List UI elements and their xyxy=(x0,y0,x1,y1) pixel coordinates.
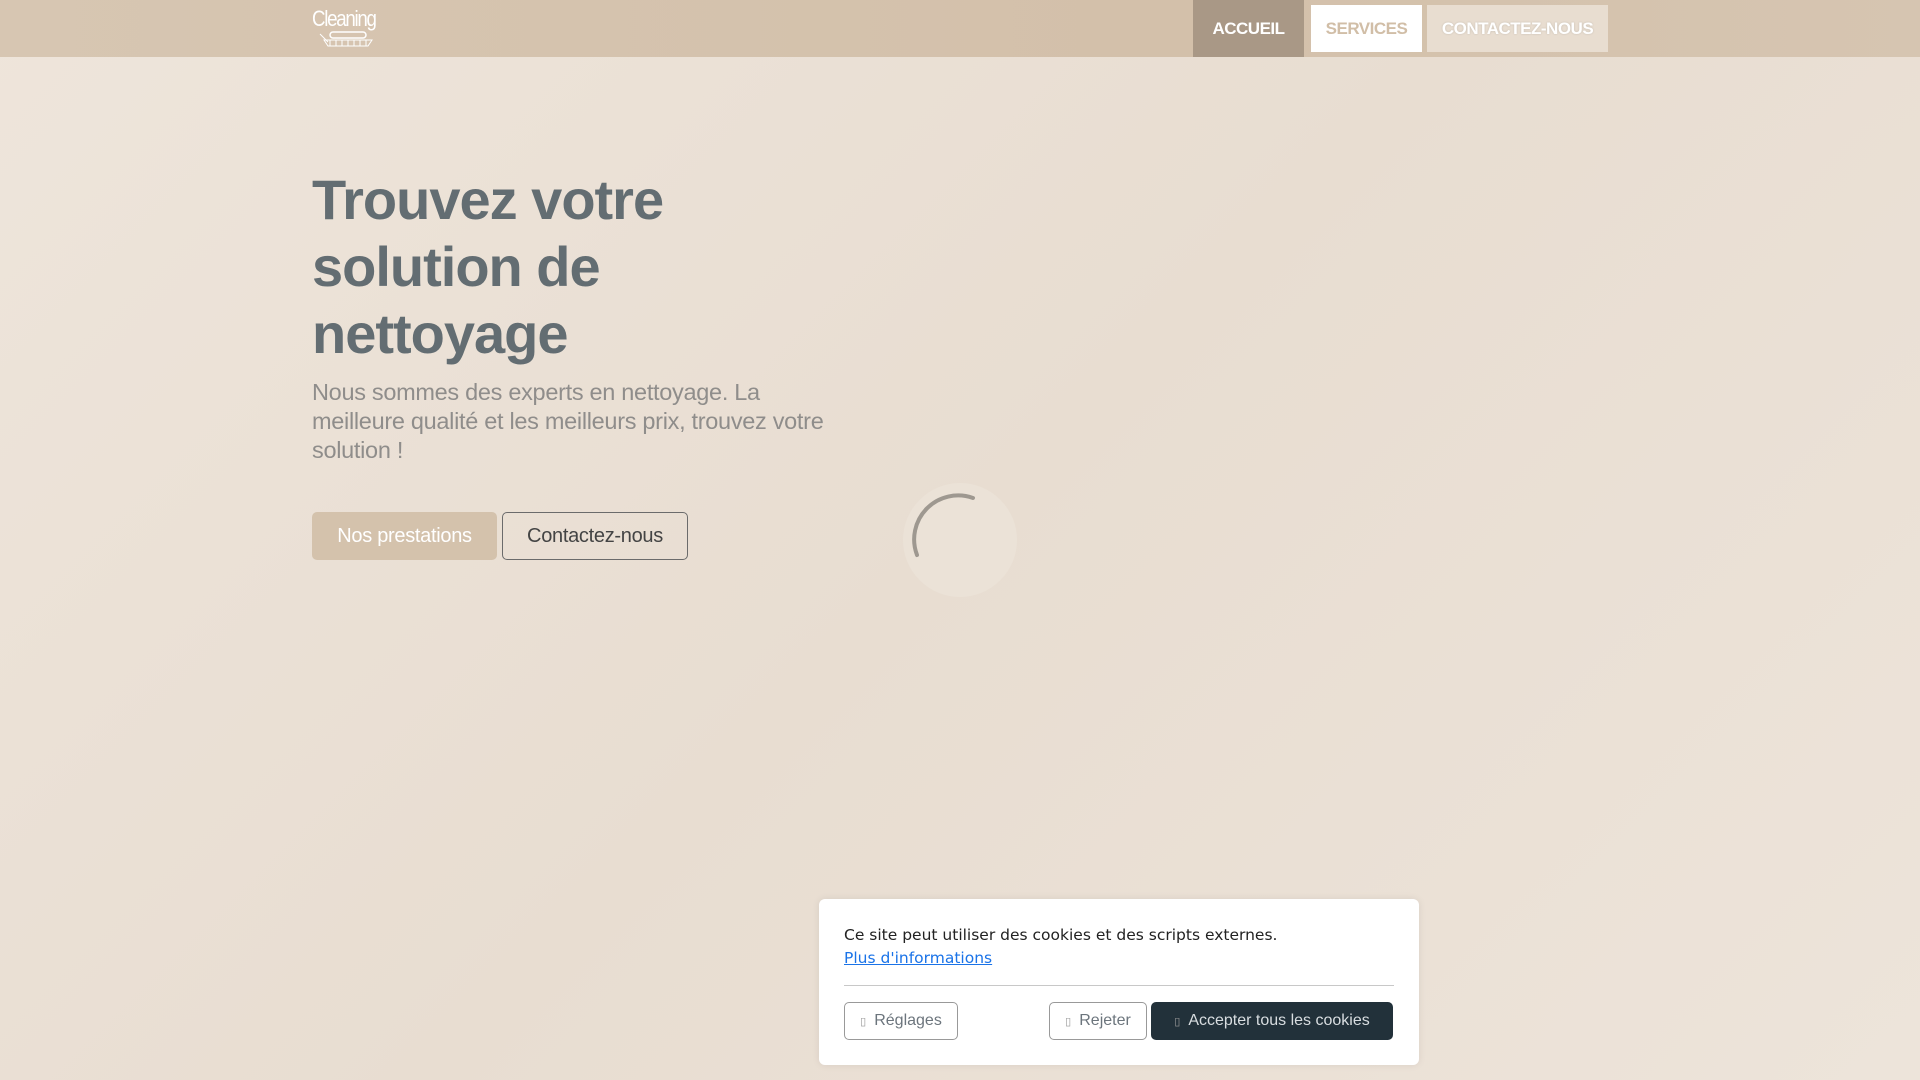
nav-accueil[interactable]: ACCUEIL xyxy=(1193,0,1304,57)
accept-label: Accepter tous les cookies xyxy=(1188,1012,1370,1029)
contactez-nous-button[interactable]: Contactez-nous xyxy=(502,512,688,560)
navbar: Cleaning ACCUEIL SERVICES CONTACTEZ-NOUS xyxy=(0,0,1920,57)
divider xyxy=(844,985,1394,986)
hero-lead: Nous sommes des experts en nettoyage. La… xyxy=(312,379,824,463)
logo-text: Cleaning xyxy=(312,6,377,31)
nav-contactez-nous[interactable]: CONTACTEZ-NOUS xyxy=(1427,5,1608,52)
reject-label: Rejeter xyxy=(1079,1012,1131,1029)
accept-icon: ▯ xyxy=(1174,1015,1181,1028)
reject-button[interactable]: ▯ Rejeter xyxy=(1049,1002,1147,1040)
reject-icon: ▯ xyxy=(1065,1015,1072,1028)
hero-title: Trouvez votre solution de nettoyage xyxy=(312,168,664,365)
cookie-text: Ce site peut utiliser des cookies et des… xyxy=(844,926,1278,944)
accept-all-button[interactable]: ▯ Accepter tous les cookies xyxy=(1151,1002,1393,1040)
cookie-banner: Ce site peut utiliser des cookies et des… xyxy=(819,899,1419,1065)
brush-icon xyxy=(319,31,373,47)
nav-services[interactable]: SERVICES xyxy=(1311,5,1422,52)
nos-prestations-button[interactable]: Nos prestations xyxy=(312,512,497,560)
more-info-link[interactable]: Plus d'informations xyxy=(844,946,992,970)
settings-icon: ▯ xyxy=(860,1015,867,1028)
loading-spinner-icon xyxy=(903,483,1017,597)
settings-label: Réglages xyxy=(874,1012,942,1029)
settings-button[interactable]: ▯ Réglages xyxy=(844,1002,958,1040)
logo[interactable]: Cleaning xyxy=(312,6,378,50)
